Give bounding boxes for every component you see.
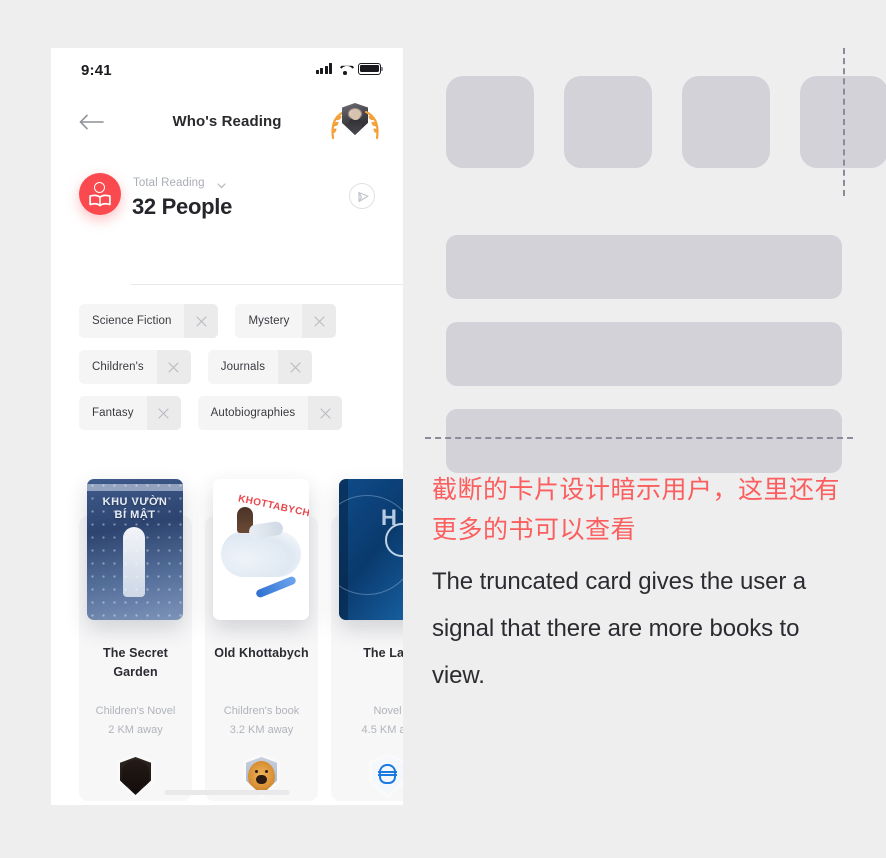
wireframe-square xyxy=(682,76,770,168)
book-title: Old Khottabych xyxy=(214,646,309,660)
wireframe-square xyxy=(564,76,652,168)
laurel-right-icon xyxy=(364,111,379,140)
old-khottabych-cover: KHOTTABYCH xyxy=(213,479,309,620)
chevron-down-icon[interactable] xyxy=(217,183,226,189)
wireframe-square xyxy=(446,76,534,168)
close-x-icon[interactable] xyxy=(146,396,181,430)
close-x-icon[interactable] xyxy=(156,350,191,384)
annotation-english: The truncated card gives the user a sign… xyxy=(432,568,807,689)
owner-avatar-blue-sketch[interactable] xyxy=(369,754,403,799)
nav-bar: Who's Reading xyxy=(51,92,403,156)
book-distance: 3.2 KM away xyxy=(229,724,294,736)
book-category: Novel xyxy=(373,705,402,717)
section-divider xyxy=(131,284,403,285)
chip-row: Fantasy Autobiographies xyxy=(51,390,403,436)
book-card-carousel[interactable]: KHU VƯỜNBÍ MẬT The Secret Garden Childre… xyxy=(51,479,403,805)
owner-avatar-woman[interactable] xyxy=(117,754,154,799)
summary-value: 32 People xyxy=(132,194,233,219)
annotation-block: 截断的卡片设计暗示用户，这里还有更多的书可以查看 The truncated c… xyxy=(432,470,852,699)
annotation-chinese: 截断的卡片设计暗示用户，这里还有更多的书可以查看 xyxy=(432,476,841,544)
chip-row: Children's Journals xyxy=(51,344,403,390)
close-x-icon[interactable] xyxy=(278,350,313,384)
chip-label: Journals xyxy=(220,361,266,373)
summary-row: Total Reading 32 People xyxy=(51,156,403,238)
book-category: Children's book xyxy=(223,705,300,717)
chip-label: Mystery xyxy=(248,315,290,327)
chip-label: Fantasy xyxy=(92,407,134,419)
status-bar: 9:41 xyxy=(51,48,403,92)
book-distance: 2 KM away xyxy=(108,724,163,736)
filter-chip[interactable]: Journals xyxy=(207,350,313,384)
wifi-icon xyxy=(338,63,352,75)
battery-icon xyxy=(358,63,384,75)
status-time: 9:41 xyxy=(81,62,112,79)
filter-chip[interactable]: Fantasy xyxy=(79,396,181,430)
wireframe-bar xyxy=(446,235,842,299)
book-card[interactable]: KHU VƯỜNBÍ MẬT The Secret Garden Childre… xyxy=(79,479,192,801)
book-title: The Secret Garden xyxy=(103,646,168,679)
wireframe-bar-truncated xyxy=(446,409,842,473)
filter-chip[interactable]: Science Fiction xyxy=(79,304,219,338)
book-meta: Novel 4.5 KM aw xyxy=(333,702,403,740)
book-meta: Children's Novel 2 KM away xyxy=(81,702,190,740)
home-indicator xyxy=(164,790,290,795)
book-card[interactable]: KHOTTABYCH Old Khottabych Children's boo… xyxy=(205,479,318,801)
book-category: Children's Novel xyxy=(95,705,176,717)
chip-row: Science Fiction Mystery xyxy=(51,298,403,344)
cellular-bars-icon xyxy=(315,63,332,75)
send-paper-plane-icon[interactable] xyxy=(349,183,375,209)
book-meta: Children's book 3.2 KM away xyxy=(207,702,316,740)
horizontal-cut-line xyxy=(425,437,853,439)
the-lab-cover: H xyxy=(339,479,403,620)
phone-mockup: 9:41 Who's Reading Total Reading 32 Peop… xyxy=(51,48,403,805)
chip-label: Science Fiction xyxy=(92,315,172,327)
filter-chip-list: Science Fiction Mystery Children's Journ… xyxy=(51,298,403,436)
avatar[interactable] xyxy=(329,103,381,149)
close-x-icon[interactable] xyxy=(184,304,219,338)
book-distance: 4.5 KM aw xyxy=(361,724,403,736)
person-reading-icon xyxy=(79,173,121,215)
chip-label: Children's xyxy=(92,361,144,373)
screenshot-root: 9:41 Who's Reading Total Reading 32 Peop… xyxy=(0,0,886,858)
filter-chip[interactable]: Children's xyxy=(79,350,191,384)
filter-chip[interactable]: Mystery xyxy=(235,304,337,338)
wireframe-bar xyxy=(446,322,842,386)
summary-label: Total Reading xyxy=(133,177,205,189)
vertical-cut-line xyxy=(843,48,845,196)
book-card[interactable]: H The Lab Novel 4.5 KM aw xyxy=(331,479,403,801)
chip-label: Autobiographies xyxy=(210,407,296,419)
close-x-icon[interactable] xyxy=(308,396,343,430)
status-icons xyxy=(315,63,384,75)
close-x-icon[interactable] xyxy=(302,304,337,338)
filter-chip[interactable]: Autobiographies xyxy=(197,396,343,430)
the-secret-garden-cover: KHU VƯỜNBÍ MẬT xyxy=(87,479,183,620)
book-title: The Lab xyxy=(363,646,403,660)
